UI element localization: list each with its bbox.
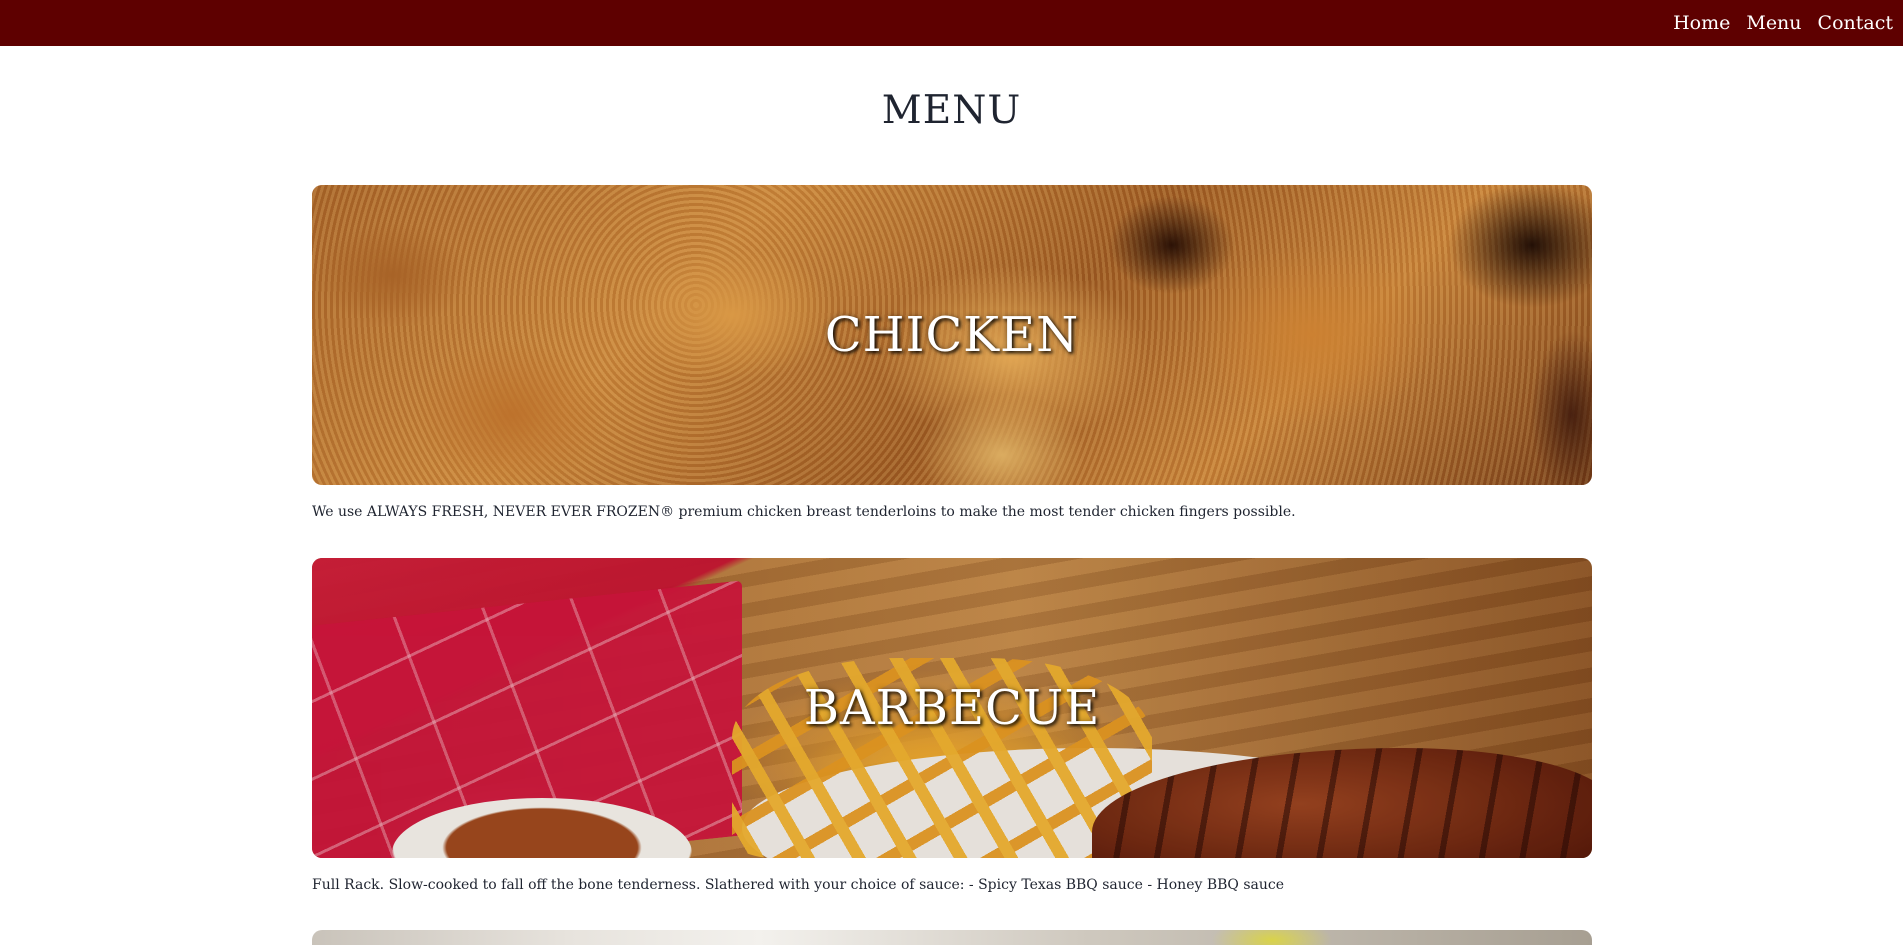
- top-navbar: Home Menu Contact: [0, 0, 1903, 46]
- category-image-partial: [312, 930, 1592, 945]
- category-description-barbecue: Full Rack. Slow-cooked to fall off the b…: [312, 877, 1285, 893]
- nav-links: Home Menu Contact: [1673, 0, 1893, 46]
- nav-link-menu[interactable]: Menu: [1746, 12, 1801, 34]
- category-description-chicken: We use ALWAYS FRESH, NEVER EVER FROZEN® …: [312, 504, 1296, 520]
- nav-link-contact[interactable]: Contact: [1818, 12, 1893, 34]
- category-card-chicken[interactable]: CHICKEN: [312, 185, 1592, 485]
- page-title: MENU: [881, 88, 1022, 133]
- category-title-chicken: CHICKEN: [824, 307, 1080, 363]
- category-card-barbecue[interactable]: BARBECUE: [312, 558, 1592, 858]
- category-title-barbecue: BARBECUE: [803, 680, 1101, 736]
- category-card-next[interactable]: [312, 930, 1592, 945]
- nav-link-home[interactable]: Home: [1673, 12, 1730, 34]
